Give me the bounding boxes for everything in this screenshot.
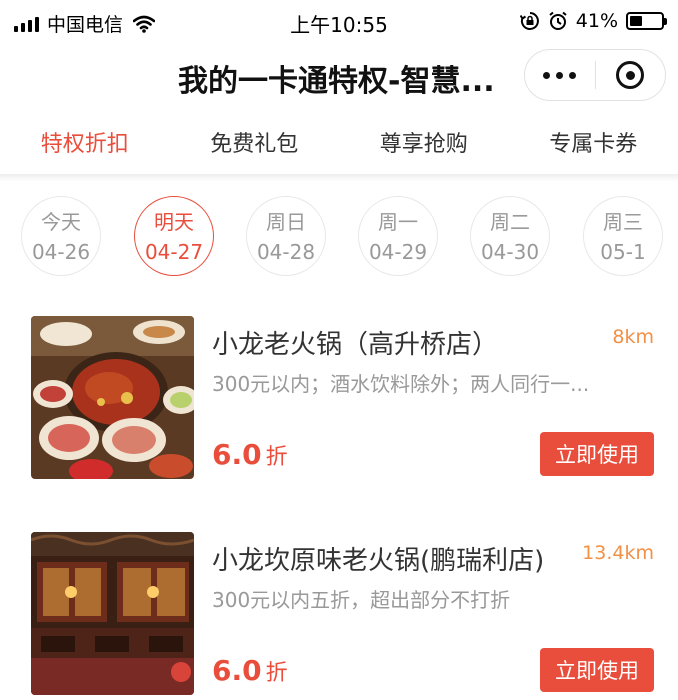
more-dots-icon bbox=[543, 71, 551, 79]
battery-icon bbox=[626, 12, 667, 30]
distance: 13.4km bbox=[582, 542, 654, 564]
date-day: 今天 bbox=[41, 210, 81, 234]
date-item[interactable]: 明天 04-27 bbox=[134, 196, 214, 276]
tab-label: 免费礼包 bbox=[210, 132, 299, 157]
status-bar: 中国电信 上午10:55 41% bbox=[0, 0, 678, 44]
date-day: 周日 bbox=[266, 210, 306, 234]
date-item[interactable]: 周三 05-1 bbox=[583, 196, 663, 276]
list-item[interactable]: 小龙老火锅（高升桥店） 8km 300元以内；酒水饮料除外；两人同行一... 6… bbox=[0, 316, 678, 486]
use-now-button[interactable]: 立即使用 bbox=[540, 648, 654, 692]
more-menu-button[interactable] bbox=[525, 50, 595, 100]
date-item[interactable]: 周一 04-29 bbox=[358, 196, 438, 276]
date-item[interactable]: 周二 04-30 bbox=[470, 196, 550, 276]
date-day: 明天 bbox=[154, 210, 194, 234]
battery-fill bbox=[630, 16, 643, 26]
close-miniprogram-button[interactable] bbox=[596, 50, 666, 100]
tab-bar: 特权折扣 免费礼包 尊享抢购 专属卡券 bbox=[0, 104, 678, 178]
tab-label: 专属卡券 bbox=[549, 132, 638, 157]
tab-flash-sale[interactable]: 尊享抢购 bbox=[339, 104, 509, 178]
use-now-button[interactable]: 立即使用 bbox=[540, 432, 654, 476]
alarm-icon bbox=[549, 11, 567, 30]
discount-description: 300元以内；酒水饮料除外；两人同行一... bbox=[212, 372, 590, 396]
hotpot-photo bbox=[31, 316, 194, 479]
distance: 8km bbox=[612, 326, 654, 348]
date-value: 04-27 bbox=[144, 240, 204, 264]
date-selector: 今天 04-26 明天 04-27 周日 04-28 周一 04-29 周二 0… bbox=[0, 196, 678, 280]
date-value: 04-30 bbox=[480, 240, 540, 264]
discount-rate: 6.0 折 bbox=[212, 438, 288, 471]
shop-name: 小龙坎原味老火锅(鹏瑞利店) bbox=[212, 546, 545, 576]
discount-value: 6.0 bbox=[212, 438, 262, 471]
tab-discount[interactable]: 特权折扣 bbox=[0, 104, 170, 178]
date-value: 05-1 bbox=[600, 240, 646, 264]
tab-gift[interactable]: 免费礼包 bbox=[170, 104, 340, 178]
date-item[interactable]: 今天 04-26 bbox=[21, 196, 101, 276]
date-item[interactable]: 周日 04-28 bbox=[246, 196, 326, 276]
date-value: 04-26 bbox=[31, 240, 91, 264]
tabs-divider bbox=[0, 174, 678, 182]
page-title: 我的一卡通特权-智慧... bbox=[178, 64, 495, 99]
discount-unit: 折 bbox=[265, 661, 288, 686]
status-right: 41% bbox=[519, 10, 667, 32]
restaurant-interior-photo bbox=[31, 532, 194, 695]
tab-label: 特权折扣 bbox=[40, 132, 129, 157]
discount-value: 6.0 bbox=[212, 654, 262, 687]
shop-name: 小龙老火锅（高升桥店） bbox=[212, 330, 499, 360]
miniprogram-capsule bbox=[524, 49, 666, 101]
nav-bar: 我的一卡通特权-智慧... bbox=[0, 44, 678, 104]
date-day: 周二 bbox=[490, 210, 530, 234]
target-icon bbox=[616, 61, 645, 89]
date-day: 周三 bbox=[603, 210, 643, 234]
discount-rate: 6.0 折 bbox=[212, 654, 288, 687]
date-value: 04-29 bbox=[368, 240, 428, 264]
tab-coupons[interactable]: 专属卡券 bbox=[509, 104, 678, 178]
discount-unit: 折 bbox=[265, 445, 288, 470]
orientation-lock-icon bbox=[519, 12, 539, 30]
battery-percent: 41% bbox=[575, 10, 618, 32]
date-value: 04-28 bbox=[256, 240, 316, 264]
tab-label: 尊享抢购 bbox=[379, 132, 468, 157]
list-item[interactable]: 小龙坎原味老火锅(鹏瑞利店) 13.4km 300元以内五折，超出部分不打折 6… bbox=[0, 532, 678, 700]
discount-description: 300元以内五折，超出部分不打折 bbox=[212, 588, 511, 612]
date-day: 周一 bbox=[378, 210, 418, 234]
